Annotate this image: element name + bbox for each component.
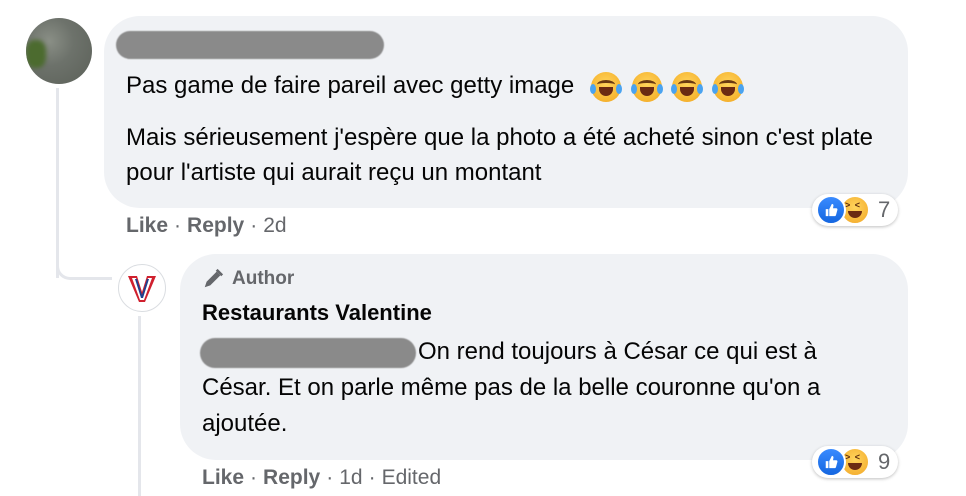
commenter-avatar[interactable] bbox=[26, 18, 92, 84]
separator: · bbox=[326, 466, 334, 489]
redacted-commenter-name bbox=[116, 31, 384, 59]
laughing-tears-icon bbox=[630, 72, 663, 103]
like-reaction-icon bbox=[816, 447, 846, 477]
reply-actions: Like · Reply · 1d · Edited bbox=[202, 466, 441, 490]
reply-thread-connector bbox=[138, 316, 141, 496]
reply-timestamp[interactable]: 1d bbox=[339, 466, 362, 489]
valentine-logo-icon bbox=[128, 276, 156, 302]
reply-author-name[interactable]: Restaurants Valentine bbox=[202, 300, 432, 326]
comment-timestamp[interactable]: 2d bbox=[263, 214, 286, 237]
laughing-tears-icon bbox=[589, 72, 622, 103]
thread-connector bbox=[56, 88, 59, 278]
reply-button[interactable]: Reply bbox=[263, 466, 320, 489]
separator: · bbox=[250, 214, 258, 237]
reply-reactions[interactable]: 9 bbox=[812, 446, 899, 478]
separator: · bbox=[250, 466, 258, 489]
author-avatar[interactable] bbox=[118, 264, 166, 312]
separator: · bbox=[368, 466, 376, 489]
emoji-group bbox=[587, 71, 744, 103]
edited-label[interactable]: Edited bbox=[382, 466, 442, 489]
thread-connector-curve bbox=[56, 266, 112, 280]
author-badge-label: Author bbox=[232, 268, 295, 289]
comment-text-paragraph: Mais sérieusement j'espère que la photo … bbox=[126, 124, 873, 186]
reaction-count: 7 bbox=[878, 197, 891, 222]
like-reaction-icon bbox=[816, 195, 846, 225]
author-badge: Author bbox=[202, 268, 294, 290]
laughing-tears-icon bbox=[711, 72, 744, 103]
like-button[interactable]: Like bbox=[126, 214, 168, 237]
comment-text: Pas game de faire pareil avec getty imag… bbox=[126, 72, 575, 99]
separator: · bbox=[174, 214, 182, 237]
reaction-count: 9 bbox=[878, 449, 891, 474]
comment-text-line1: Pas game de faire pareil avec getty imag… bbox=[126, 70, 744, 103]
comment-actions: Like · Reply · 2d bbox=[126, 214, 287, 238]
avatar-blur-detail bbox=[26, 40, 46, 68]
pen-icon bbox=[204, 268, 224, 288]
comment-reactions[interactable]: 7 bbox=[812, 194, 899, 226]
like-button[interactable]: Like bbox=[202, 466, 244, 489]
reply-text: On rend toujours à César ce qui est à Cé… bbox=[202, 338, 821, 437]
reply-button[interactable]: Reply bbox=[187, 214, 244, 237]
laughing-tears-icon bbox=[671, 72, 704, 103]
